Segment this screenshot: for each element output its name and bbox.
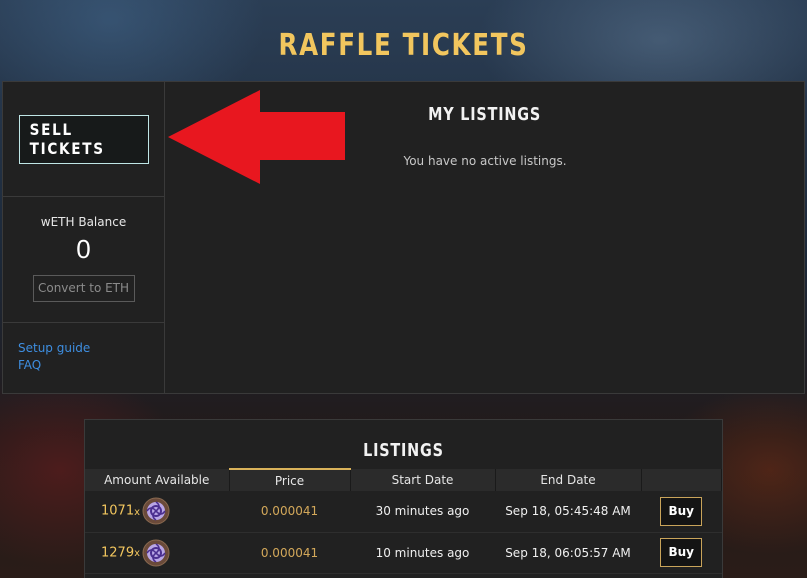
listings-title: LISTINGS bbox=[85, 420, 722, 468]
listings-table: Amount Available Price Start Date End Da… bbox=[85, 468, 722, 574]
amount-multiplier: x bbox=[134, 548, 141, 559]
price-cell: 0.000041 bbox=[229, 491, 350, 533]
end-date-cell: Sep 18, 05:45:48 AM bbox=[495, 491, 641, 533]
column-amount-available[interactable]: Amount Available bbox=[85, 469, 230, 491]
amount-cell: 1279x bbox=[85, 532, 229, 574]
buy-button[interactable]: Buy bbox=[660, 538, 703, 567]
column-end-date[interactable]: End Date bbox=[495, 469, 642, 491]
convert-to-eth-button[interactable]: Convert to ETH bbox=[32, 275, 135, 302]
amount-value: 1279 bbox=[101, 545, 135, 560]
faq-link[interactable]: FAQ bbox=[18, 357, 164, 374]
top-panel: SELL TICKETS wETH Balance 0 Convert to E… bbox=[2, 81, 805, 394]
table-header-row: Amount Available Price Start Date End Da… bbox=[85, 468, 722, 491]
balance-label: wETH Balance bbox=[40, 215, 127, 229]
balance-value: 0 bbox=[76, 234, 91, 264]
sell-tickets-button[interactable]: SELL TICKETS bbox=[18, 114, 149, 164]
sell-tickets-label: SELL TICKETS bbox=[29, 120, 105, 158]
my-listings-title-text: MY LISTINGS bbox=[428, 104, 542, 125]
start-date-cell: 30 minutes ago bbox=[350, 491, 495, 533]
action-cell: Buy bbox=[641, 532, 722, 574]
help-links: Setup guide FAQ bbox=[3, 323, 164, 374]
amount-value: 1071 bbox=[101, 503, 135, 519]
table-row: 1279x 0.000041 10 minutes ago Sep 18, 06… bbox=[85, 532, 722, 574]
sell-section: SELL TICKETS bbox=[3, 82, 164, 197]
amount-multiplier: x bbox=[134, 506, 141, 518]
setup-guide-link[interactable]: Setup guide bbox=[18, 340, 164, 357]
listings-panel: LISTINGS Amount Available Price Start Da… bbox=[84, 419, 723, 578]
listings-title-text: LISTINGS bbox=[363, 440, 444, 461]
page-title: RAFFLE TICKETS bbox=[278, 28, 529, 63]
action-cell: Buy bbox=[641, 491, 722, 533]
raffle-ticket-icon bbox=[142, 497, 170, 525]
raffle-ticket-icon bbox=[142, 539, 170, 567]
table-row: 1071x 0.000041 30 minutes ago Sep 18, 05… bbox=[85, 491, 722, 533]
column-start-date[interactable]: Start Date bbox=[350, 469, 496, 491]
start-date-cell: 10 minutes ago bbox=[350, 532, 495, 574]
sidebar: SELL TICKETS wETH Balance 0 Convert to E… bbox=[3, 82, 165, 393]
column-price[interactable]: Price bbox=[229, 468, 351, 491]
buy-button[interactable]: Buy bbox=[660, 496, 703, 526]
amount-cell: 1071x bbox=[85, 491, 229, 533]
price-cell: 0.000041 bbox=[229, 532, 350, 574]
column-action bbox=[641, 469, 722, 491]
red-arrow-annotation-icon bbox=[168, 90, 345, 184]
end-date-cell: Sep 18, 06:05:57 AM bbox=[495, 532, 641, 574]
balance-section: wETH Balance 0 Convert to ETH bbox=[3, 197, 164, 323]
